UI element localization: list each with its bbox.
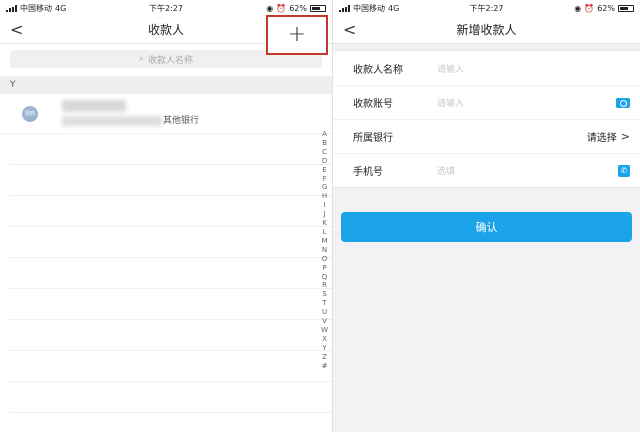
bank-select[interactable]: 所属银行 请选择 >	[333, 119, 640, 153]
field-label: 手机号	[353, 167, 383, 178]
confirm-button[interactable]: 确认	[341, 212, 632, 242]
index-letter[interactable]: H	[322, 192, 327, 201]
bank-select-value: 请选择	[586, 133, 617, 144]
list-divider	[10, 134, 332, 165]
status-bar: 中国移动 4G 下午2:27 ◉ ⏰ 62%	[0, 0, 332, 16]
plus-icon: +	[287, 22, 307, 47]
nav-bar: < 收款人 +	[0, 15, 332, 55]
list-divider	[10, 289, 332, 320]
nav-bar: < 新增收款人	[333, 16, 640, 44]
location-icon: ◉	[266, 3, 274, 13]
list-divider	[10, 382, 332, 413]
index-letter[interactable]: T	[322, 299, 326, 308]
chevron-right-icon: >	[620, 130, 630, 143]
back-button[interactable]: <	[10, 20, 23, 39]
page-title: 收款人	[147, 23, 184, 37]
status-time: 下午2:27	[469, 3, 504, 13]
add-payee-screen: 中国移动 4G 下午2:27 ◉ ⏰ 62% < 新增收款人 收款人名称 请输入…	[333, 0, 640, 432]
index-letter[interactable]: J	[324, 210, 326, 219]
index-letter[interactable]: Q	[322, 273, 328, 282]
index-letter[interactable]: G	[322, 183, 327, 192]
battery-icon	[310, 4, 326, 12]
index-letter[interactable]: K	[322, 219, 327, 228]
back-button[interactable]: <	[343, 20, 356, 39]
list-divider	[10, 258, 332, 289]
index-letter[interactable]: #	[322, 362, 328, 371]
add-payee-button[interactable]: +	[266, 15, 328, 55]
payee-list-screen: 中国移动 4G 下午2:27 ◉ ⏰ 62% < 收款人 + ⌕ 收款人名称 Y…	[0, 0, 333, 432]
camera-icon[interactable]	[616, 97, 630, 108]
add-payee-form: 收款人名称 请输入 收款账号 请输入 所属银行 请选择 > 手机号 选填 ✆	[333, 50, 640, 188]
list-divider	[10, 351, 332, 382]
index-letter[interactable]: D	[322, 157, 327, 166]
alarm-icon: ⏰	[276, 3, 287, 13]
field-label: 收款人名称	[353, 64, 403, 76]
page-title: 新增收款人	[456, 23, 517, 37]
index-letter[interactable]: I	[324, 201, 326, 210]
search-icon: ⌕	[138, 54, 145, 64]
payee-list-item[interactable]: 招商 其他银行	[0, 94, 332, 134]
index-letter[interactable]: E	[322, 166, 326, 175]
battery-percent: 62%	[289, 3, 307, 13]
index-letter[interactable]: O	[322, 255, 328, 264]
payee-name-redacted	[62, 100, 126, 112]
section-header: Y	[0, 76, 332, 94]
index-letter[interactable]: M	[322, 237, 328, 246]
carrier-label: 中国移动	[20, 3, 52, 13]
index-letter[interactable]: X	[322, 335, 327, 344]
list-divider	[10, 227, 332, 258]
signal-icon	[339, 4, 350, 12]
network-label: 4G	[388, 3, 400, 13]
list-divider	[10, 196, 332, 227]
alarm-icon: ⏰	[584, 3, 595, 13]
index-letter[interactable]: P	[322, 264, 326, 273]
contacts-icon[interactable]: ✆	[618, 164, 630, 177]
index-letter[interactable]: C	[322, 148, 327, 157]
index-letter[interactable]: N	[322, 246, 327, 255]
index-letter[interactable]: A	[322, 130, 327, 139]
account-number-field[interactable]: 收款账号 请输入	[333, 85, 640, 119]
carrier-label: 中国移动	[353, 3, 385, 13]
location-icon: ◉	[574, 3, 582, 13]
index-letter[interactable]: R	[322, 281, 327, 290]
battery-percent: 62%	[597, 3, 615, 13]
battery-icon	[618, 4, 634, 12]
status-bar: 中国移动 4G 下午2:27 ◉ ⏰ 62%	[333, 0, 640, 16]
index-letter[interactable]: F	[323, 175, 327, 184]
status-time: 下午2:27	[149, 3, 183, 13]
list-divider	[10, 165, 332, 196]
index-letter[interactable]: L	[323, 228, 327, 237]
field-label: 所属银行	[353, 133, 393, 144]
payee-bank: 其他银行	[163, 116, 200, 126]
network-label: 4G	[55, 3, 67, 13]
field-label: 收款账号	[353, 99, 393, 110]
index-letter[interactable]: S	[322, 290, 326, 299]
payee-name-field[interactable]: 收款人名称 请输入	[333, 51, 640, 85]
signal-icon	[6, 4, 17, 12]
index-letter[interactable]: W	[321, 326, 328, 335]
index-letter[interactable]: U	[322, 308, 327, 317]
list-divider	[10, 320, 332, 351]
index-letter[interactable]: Y	[322, 344, 326, 353]
field-placeholder: 请输入	[437, 99, 465, 109]
search-placeholder: 收款人名称	[148, 55, 194, 66]
field-placeholder: 请输入	[437, 64, 465, 75]
index-letter[interactable]: V	[322, 317, 327, 326]
bank-logo-icon: 招商	[22, 105, 38, 122]
index-letter[interactable]: Z	[322, 353, 327, 362]
alphabet-index[interactable]: A B C D E F G H I J K L M N O P Q R S T U V W X Y Z #	[321, 130, 328, 370]
payee-account-redacted	[62, 116, 162, 126]
index-letter[interactable]: B	[322, 139, 327, 148]
phone-field[interactable]: 手机号 选填 ✆	[333, 153, 640, 187]
field-placeholder: 选填	[437, 167, 456, 177]
